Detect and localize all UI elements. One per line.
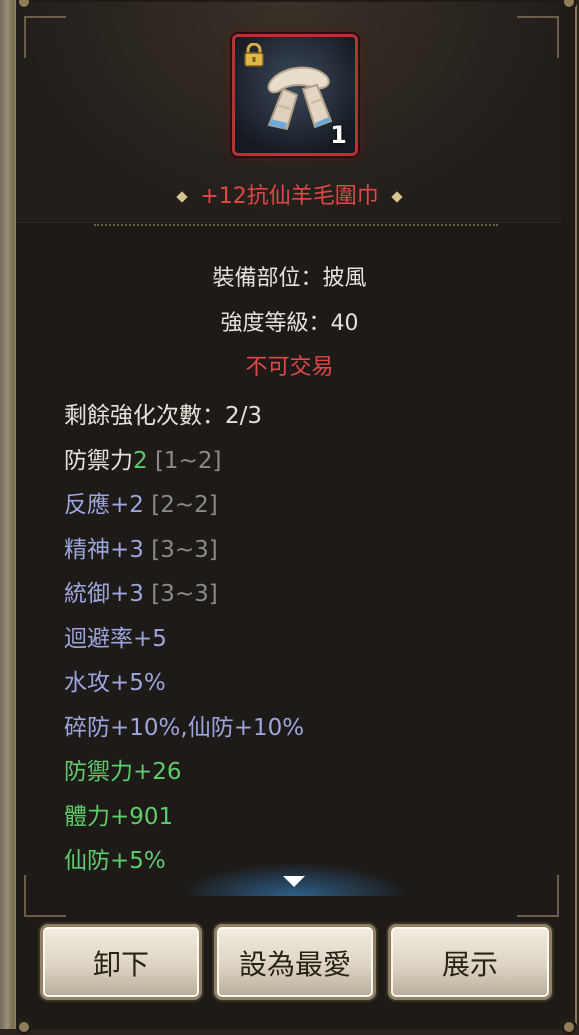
frame-corner-decoration: [517, 16, 559, 58]
stat-range: [3~3]: [151, 581, 218, 607]
stat-label: 防禦力: [64, 447, 133, 474]
strength-level: 強度等級：40: [220, 311, 359, 336]
equip-slot: 裝備部位：披風: [212, 266, 367, 291]
stat-water-attack: 水攻+5%: [64, 670, 166, 696]
stat-label: 精神+3: [64, 536, 144, 563]
set-favorite-button[interactable]: 設為最愛: [214, 924, 376, 1000]
stat-range: [2~2]: [151, 492, 218, 518]
stat-label: 反應+2: [64, 492, 144, 518]
stat-value: 2: [133, 447, 148, 474]
frame-corner-decoration: [24, 16, 66, 58]
item-slot[interactable]: 1: [232, 34, 358, 156]
stat-reaction: 反應+2 [2~2]: [64, 483, 304, 528]
item-name-row: +12抗仙羊毛圍巾: [0, 178, 579, 210]
scarf-icon: [253, 55, 341, 143]
stat-list: 剩餘強化次數：2/3 防禦力2 [1~2] 反應+2 [2~2] 精神+3 [3…: [64, 394, 304, 884]
item-count: 1: [330, 121, 347, 149]
stat-range: [3~3]: [151, 536, 218, 563]
panel-rivet: [561, 1019, 577, 1035]
panel-rivet: [16, 1019, 32, 1035]
stat-label: 統御+3: [64, 581, 144, 607]
stat-enhance-remaining: 剩餘強化次數：2/3: [64, 403, 263, 429]
frame-corner-decoration: [24, 875, 66, 917]
stat-command: 統御+3 [3~3]: [64, 572, 304, 617]
scroll-down-icon[interactable]: [283, 876, 305, 887]
stat-break-defense: 碎防+10%,仙防+10%: [64, 714, 305, 741]
item-name: +12抗仙羊毛圍巾: [200, 184, 379, 209]
diamond-icon: [391, 191, 403, 203]
stat-bonus-defense: 防禦力+26: [64, 759, 182, 785]
stat-bonus-hp: 體力+901: [64, 803, 174, 830]
diamond-icon: [176, 191, 188, 203]
untradable-label: 不可交易: [245, 355, 334, 380]
frame-corner-decoration: [517, 875, 559, 917]
divider: [94, 224, 498, 226]
stat-spirit: 精神+3 [3~3]: [64, 528, 304, 573]
unequip-button[interactable]: 卸下: [40, 924, 202, 1000]
stat-defense: 防禦力2 [1~2]: [64, 439, 304, 484]
show-button[interactable]: 展示: [388, 924, 552, 1000]
stat-evasion: 迴避率+5: [64, 625, 167, 652]
stat-range: [1~2]: [154, 447, 222, 474]
